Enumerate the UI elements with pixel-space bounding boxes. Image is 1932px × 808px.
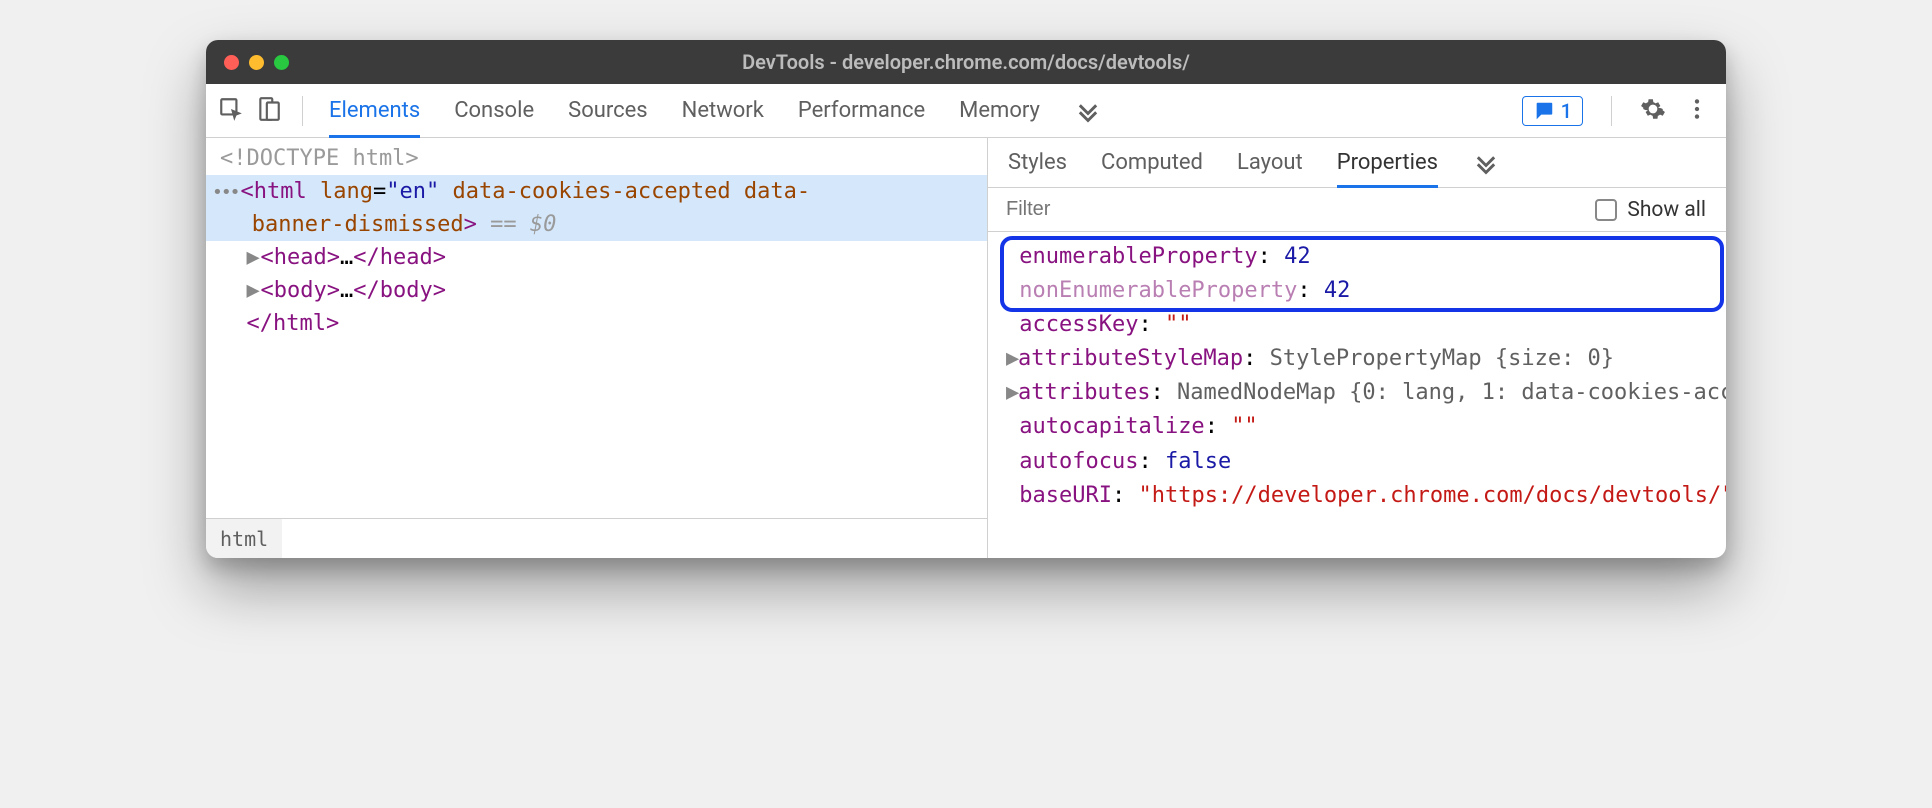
gear-icon[interactable] [1640,96,1666,126]
feedback-button[interactable]: 1 [1522,96,1583,126]
tab-properties[interactable]: Properties [1337,139,1438,188]
close-button[interactable] [224,55,239,70]
panels: <!DOCTYPE html> •••<html lang="en" data-… [206,138,1726,558]
titlebar: DevTools - developer.chrome.com/docs/dev… [206,40,1726,84]
tab-sources[interactable]: Sources [568,85,648,138]
show-all-checkbox[interactable] [1595,199,1617,221]
dom-head-element[interactable]: ▶<head>…</head> [206,241,987,274]
devtools-window: DevTools - developer.chrome.com/docs/dev… [206,40,1726,558]
filter-row: Show all [988,188,1726,232]
traffic-lights [224,55,289,70]
tab-computed[interactable]: Computed [1101,139,1203,188]
separator [1611,96,1612,126]
window-title: DevTools - developer.chrome.com/docs/dev… [206,50,1726,74]
main-toolbar: Elements Console Sources Network Perform… [206,84,1726,138]
side-tabs-overflow-icon[interactable] [1472,139,1500,188]
dom-html-element[interactable]: •••<html lang="en" data-cookies-accepted… [206,175,987,241]
separator [302,96,303,126]
property-row[interactable]: accessKey: "" [1006,308,1726,342]
side-tabs: Styles Computed Layout Properties [988,138,1726,188]
show-all-label: Show all [1627,198,1706,222]
tab-performance[interactable]: Performance [798,85,925,138]
property-row[interactable]: nonEnumerableProperty: 42 [1006,274,1726,308]
filter-input[interactable] [1006,198,1581,221]
main-tabs: Elements Console Sources Network Perform… [317,84,1518,137]
breadcrumb: html [206,518,987,558]
properties-list[interactable]: enumerableProperty: 42 nonEnumerableProp… [988,232,1726,558]
tab-console[interactable]: Console [454,85,534,138]
property-row[interactable]: baseURI: "https://developer.chrome.com/d… [1006,479,1726,513]
tabs-overflow-icon[interactable] [1074,85,1102,138]
tab-elements[interactable]: Elements [329,85,420,138]
tab-layout[interactable]: Layout [1237,139,1303,188]
elements-panel: <!DOCTYPE html> •••<html lang="en" data-… [206,138,988,558]
property-row[interactable]: ▶attributes: NamedNodeMap {0: lang, 1: d… [1006,376,1726,410]
minimize-button[interactable] [249,55,264,70]
feedback-count: 1 [1561,99,1572,123]
kebab-icon[interactable] [1684,96,1710,126]
side-panel: Styles Computed Layout Properties Show a… [988,138,1726,558]
inspect-element-icon[interactable] [218,96,244,126]
dom-tree[interactable]: <!DOCTYPE html> •••<html lang="en" data-… [206,138,987,518]
property-row[interactable]: autocapitalize: "" [1006,410,1726,444]
tab-styles[interactable]: Styles [1008,139,1067,188]
property-row[interactable]: enumerableProperty: 42 [1006,240,1726,274]
show-all-toggle[interactable]: Show all [1595,198,1706,222]
dom-body-element[interactable]: ▶<body>…</body> [206,274,987,307]
doctype[interactable]: <!DOCTYPE html> [220,146,419,171]
property-row[interactable]: ▶attributeStyleMap: StylePropertyMap {si… [1006,342,1726,376]
tab-memory[interactable]: Memory [959,85,1040,138]
device-toggle-icon[interactable] [256,96,282,126]
tab-network[interactable]: Network [682,85,764,138]
property-row[interactable]: autofocus: false [1006,445,1726,479]
dom-html-close[interactable]: </html> [206,307,987,340]
breadcrumb-html[interactable]: html [206,519,282,558]
zoom-button[interactable] [274,55,289,70]
